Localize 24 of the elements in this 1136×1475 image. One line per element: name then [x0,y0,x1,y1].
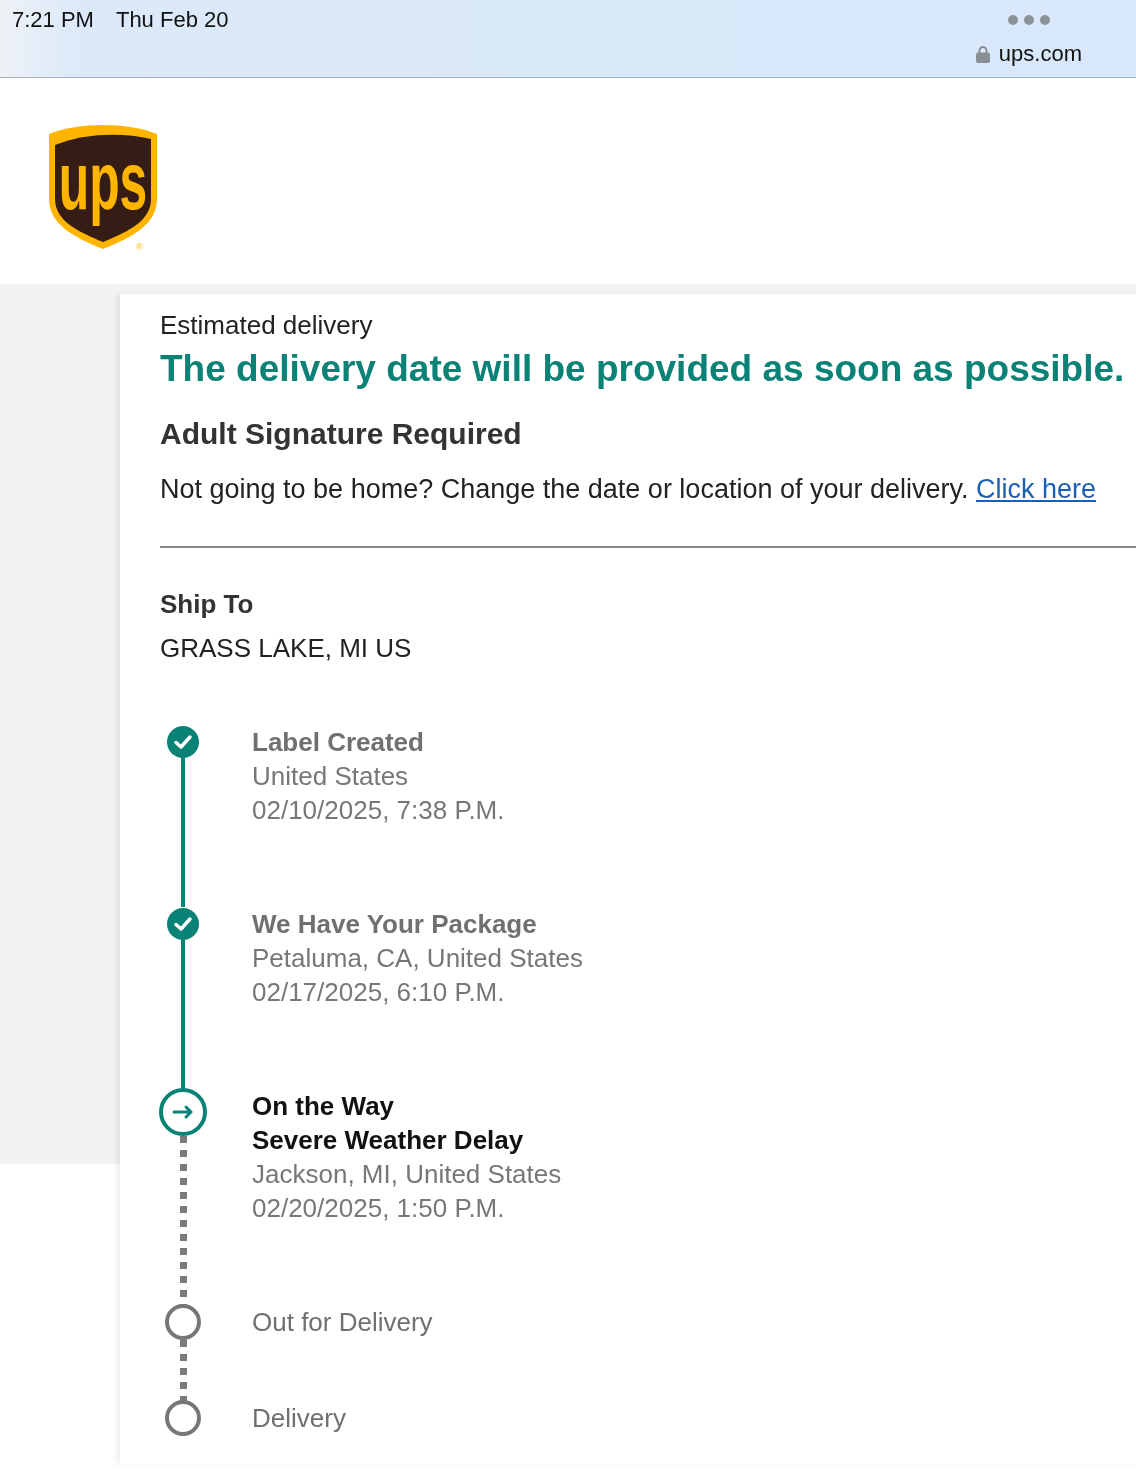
step-title: Label Created [252,726,424,759]
ship-to-heading: Ship To [160,588,255,620]
step-detail: Jackson, MI, United States [252,1158,562,1191]
address-url[interactable]: ups.com [998,40,1082,68]
change-delivery-message: Not going to be home? Change the date or location of your delivery. Click here [160,473,1098,505]
signature-notice: Adult Signature Required [160,416,523,452]
estimated-delivery-label: Estimated delivery [160,309,374,341]
step-title: Delivery [252,1402,346,1435]
step-detail: 02/20/2025, 1:50 P.M. [252,1192,505,1225]
status-date: Thu Feb 20 [115,6,229,34]
click-here-link[interactable]: Click here [976,474,1097,504]
step-detail: United States [252,760,409,793]
step-detail: 02/10/2025, 7:38 P.M. [252,794,505,827]
step-title: Out for Delivery [252,1306,433,1339]
status-time: 7:21 PM [12,6,94,34]
lock-icon [975,45,990,63]
ship-to-address: GRASS LAKE, MI US [160,632,413,664]
more-icon[interactable] [1007,15,1050,25]
step-subtitle: Severe Weather Delay [252,1124,524,1157]
step-detail: 02/17/2025, 6:10 P.M. [252,976,505,1009]
step-title: On the Way [252,1090,395,1123]
delivery-date-message: The delivery date will be provided as soon as possible. [160,347,1126,391]
step-title: We Have Your Package [252,908,537,941]
step-detail: Petaluma, CA, United States [252,942,583,975]
